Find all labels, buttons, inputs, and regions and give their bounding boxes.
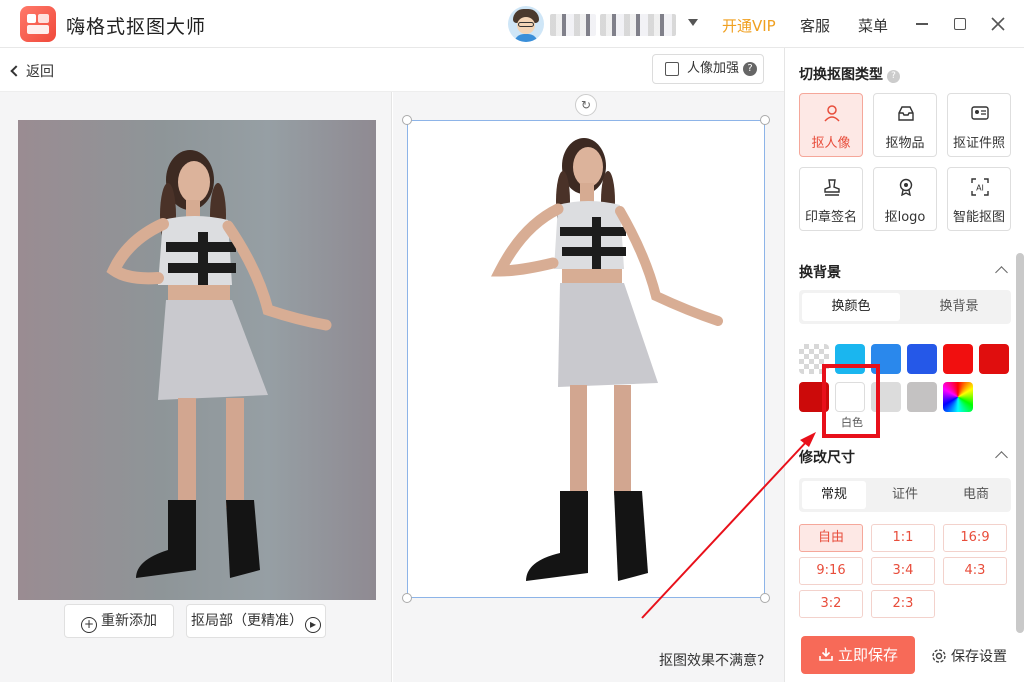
- ratio-free[interactable]: 自由: [799, 524, 863, 552]
- ratio-1-1[interactable]: 1:1: [871, 524, 935, 552]
- highlight-box: [822, 364, 880, 438]
- swatch-custom-color[interactable]: [943, 382, 973, 412]
- stamp-icon: [824, 179, 840, 196]
- vip-button[interactable]: 开通VIP: [722, 15, 776, 36]
- tab-regular[interactable]: 常规: [802, 481, 866, 509]
- username-redacted: [550, 14, 596, 36]
- type-id-photo[interactable]: 抠证件照: [947, 93, 1011, 157]
- minimize-icon[interactable]: [910, 12, 934, 36]
- original-image-pane: + 重新添加 抠局部（更精准） ▸: [0, 92, 392, 682]
- title-bar: 嗨格式抠图大师 开通VIP 客服 菜单: [0, 0, 1024, 48]
- swatch-gray[interactable]: [907, 382, 937, 412]
- svg-text:AI: AI: [976, 184, 984, 193]
- save-now-button[interactable]: 立即保存: [801, 636, 915, 674]
- ratio-9-16[interactable]: 9:16: [799, 557, 863, 585]
- type-stamp-signature[interactable]: 印章签名: [799, 167, 863, 231]
- play-circle-icon: ▸: [305, 617, 321, 633]
- tab-change-color[interactable]: 换颜色: [802, 293, 900, 321]
- portrait-enhance-button[interactable]: 人像加强 ?: [652, 54, 764, 84]
- resize-handle-br[interactable]: [760, 593, 770, 603]
- type-logo[interactable]: 抠logo: [873, 167, 937, 231]
- userid-redacted: [600, 14, 676, 36]
- ratio-16-9[interactable]: 16:9: [943, 524, 1007, 552]
- ai-icon: AI: [971, 178, 989, 196]
- customer-service-button[interactable]: 客服: [800, 15, 830, 36]
- help-icon[interactable]: ?: [743, 62, 757, 76]
- sub-toolbar: 返回 人像加强 ?: [0, 48, 784, 92]
- unsatisfied-link[interactable]: 抠图效果不满意?: [659, 650, 764, 670]
- readd-button[interactable]: + 重新添加: [64, 604, 174, 638]
- badge-icon: [899, 178, 913, 196]
- app-logo: [20, 6, 56, 42]
- bg-mode-tabs: 换颜色 换背景: [799, 290, 1011, 324]
- rotate-icon[interactable]: ↻: [575, 94, 597, 116]
- plus-circle-icon: +: [81, 617, 97, 633]
- result-canvas[interactable]: [407, 120, 765, 598]
- tab-change-background[interactable]: 换背景: [910, 293, 1008, 321]
- maximize-icon[interactable]: [948, 12, 972, 36]
- person-icon: [824, 105, 840, 122]
- swatch-red[interactable]: [943, 344, 973, 374]
- save-settings-button[interactable]: 保存设置: [931, 646, 1007, 666]
- help-icon[interactable]: ?: [887, 70, 900, 83]
- resize-handle-tl[interactable]: [402, 115, 412, 125]
- chevron-left-icon: [10, 65, 22, 77]
- inbox-icon: [898, 106, 914, 121]
- original-photo[interactable]: [18, 120, 376, 600]
- type-object[interactable]: 抠物品: [873, 93, 937, 157]
- type-portrait[interactable]: 抠人像: [799, 93, 863, 157]
- ratio-2-3[interactable]: 2:3: [871, 590, 935, 618]
- chevron-up-icon[interactable]: [995, 451, 1008, 464]
- gear-icon: [932, 649, 946, 663]
- app-title: 嗨格式抠图大师: [66, 16, 207, 38]
- resize-handle-tr[interactable]: [760, 115, 770, 125]
- ratio-4-3[interactable]: 4:3: [943, 557, 1007, 585]
- resize-title: 修改尺寸: [799, 450, 855, 466]
- result-image-pane: ↻ 抠图效果不满意?: [393, 92, 784, 682]
- cutout-type-title: 切换抠图类型?: [799, 64, 900, 84]
- swatch-dark-blue[interactable]: [907, 344, 937, 374]
- account-dropdown-icon[interactable]: [688, 19, 698, 26]
- chevron-up-icon[interactable]: [995, 266, 1008, 279]
- swatch-red-2[interactable]: [979, 344, 1009, 374]
- ratio-3-2[interactable]: 3:2: [799, 590, 863, 618]
- size-tabs: 常规 证件 电商: [799, 478, 1011, 512]
- tab-id-size[interactable]: 证件: [873, 481, 937, 509]
- panel-scrollbar[interactable]: [1016, 253, 1024, 633]
- back-button[interactable]: 返回: [10, 61, 54, 81]
- user-avatar[interactable]: [508, 6, 544, 42]
- id-card-icon: [971, 106, 989, 120]
- close-icon[interactable]: [986, 12, 1010, 36]
- partial-cutout-button[interactable]: 抠局部（更精准） ▸: [186, 604, 326, 638]
- menu-button[interactable]: 菜单: [858, 15, 888, 36]
- settings-panel: 切换抠图类型? 抠人像 抠物品 抠证件照 印章签名 抠logo AI 智能抠图 …: [784, 48, 1024, 682]
- resize-handle-bl[interactable]: [402, 593, 412, 603]
- tab-ecommerce[interactable]: 电商: [944, 481, 1008, 509]
- download-icon: [819, 648, 833, 661]
- ratio-3-4[interactable]: 3:4: [871, 557, 935, 585]
- portrait-scan-icon: [665, 62, 679, 76]
- type-smart-cutout[interactable]: AI 智能抠图: [947, 167, 1011, 231]
- change-bg-title: 换背景: [799, 265, 841, 281]
